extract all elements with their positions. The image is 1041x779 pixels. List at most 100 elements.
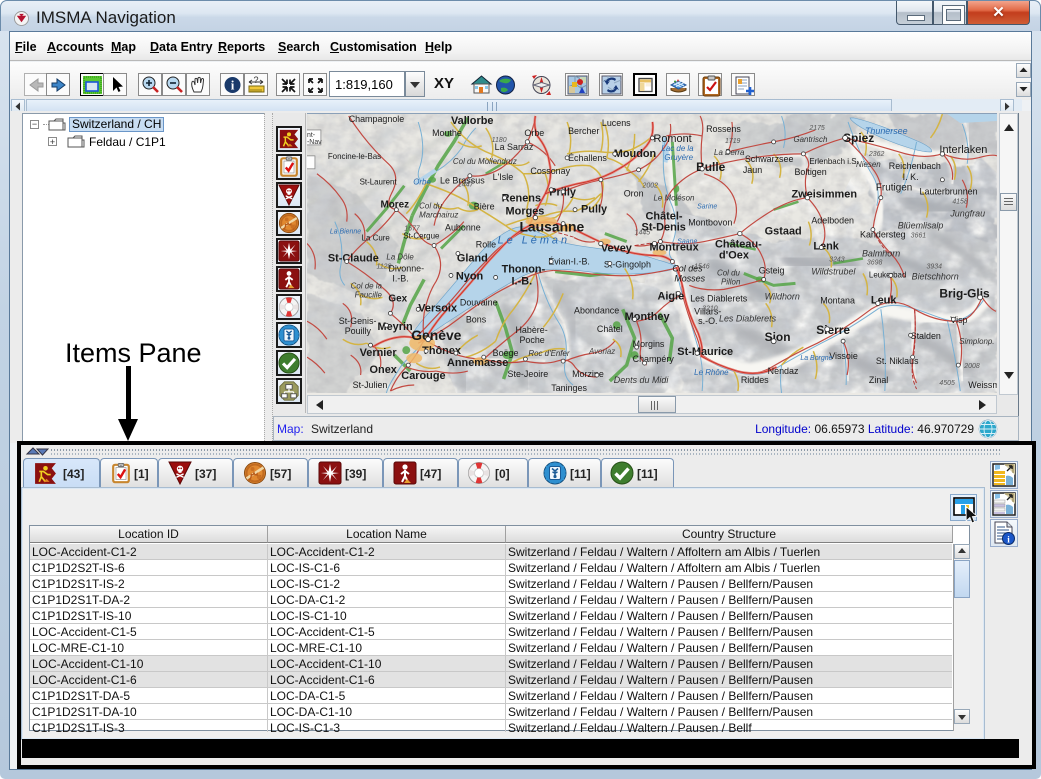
- svg-text:Reichenbach: Reichenbach: [889, 161, 941, 171]
- svg-text:Les Diablerets: Les Diablerets: [690, 293, 748, 303]
- svg-text:Montana: Montana: [820, 295, 855, 305]
- svg-text:St-Genis-: St-Genis-: [339, 316, 377, 326]
- svg-text:d'Oex: d'Oex: [719, 249, 749, 261]
- svg-text:Avoriaz: Avoriaz: [588, 347, 615, 356]
- svg-text:3661: 3661: [911, 233, 927, 240]
- svg-text:3243: 3243: [829, 256, 845, 263]
- svg-text:-Nav: -Nav: [307, 139, 322, 146]
- svg-text:Champéry: Champéry: [633, 354, 675, 364]
- svg-text:Montbovon: Montbovon: [688, 218, 732, 228]
- svg-text:Col de la: Col de la: [351, 281, 383, 290]
- svg-text:Faucille: Faucille: [355, 290, 383, 299]
- svg-text:Versoix: Versoix: [418, 302, 457, 314]
- svg-text:La Cure: La Cure: [362, 234, 391, 243]
- svg-text:Taninges: Taninges: [551, 383, 587, 393]
- svg-text:Boltigen: Boltigen: [794, 167, 826, 177]
- svg-text:Marchairuz: Marchairuz: [419, 211, 458, 220]
- svg-text:4505: 4505: [939, 380, 955, 387]
- svg-text:Gstaad: Gstaad: [765, 226, 802, 238]
- svg-text:Genève: Genève: [411, 327, 461, 343]
- svg-text:Rolle: Rolle: [476, 240, 496, 250]
- svg-text:Sierre: Sierre: [816, 323, 850, 337]
- svg-text:Morges: Morges: [506, 206, 545, 218]
- svg-text:Col du Mollendruz: Col du Mollendruz: [453, 157, 517, 166]
- svg-text:La Borgne: La Borgne: [800, 355, 832, 362]
- svg-text:Weissm.: Weissm.: [968, 380, 997, 390]
- svg-text:Le Rhône: Le Rhône: [694, 368, 729, 377]
- svg-text:Mouthe: Mouthe: [432, 128, 462, 138]
- svg-text:Vevey: Vevey: [601, 242, 633, 254]
- svg-text:Zinal: Zinal: [869, 375, 888, 385]
- svg-text:Rossens: Rossens: [706, 124, 741, 134]
- svg-text:s.-O.: s.-O.: [698, 316, 717, 326]
- svg-text:I.-B.: I.-B.: [512, 275, 533, 287]
- svg-text:Lucens: Lucens: [602, 118, 631, 128]
- svg-text:2175: 2175: [808, 125, 825, 132]
- svg-text:Nyon: Nyon: [456, 270, 483, 282]
- svg-text:La Dôle: La Dôle: [386, 252, 414, 261]
- svg-text:Châtel: Châtel: [597, 324, 623, 334]
- svg-text:Échallens: Échallens: [568, 153, 607, 163]
- svg-text:Dents du Midi: Dents du Midi: [614, 375, 670, 385]
- svg-text:Bons: Bons: [466, 314, 487, 324]
- svg-text:Zweisimmen: Zweisimmen: [791, 189, 857, 201]
- svg-text:Vallorbe: Vallorbe: [451, 115, 493, 127]
- svg-text:Stalden: Stalden: [911, 331, 941, 341]
- svg-text:Les Diablerets: Les Diablerets: [719, 313, 777, 323]
- svg-text:Poche: Poche: [519, 335, 544, 345]
- svg-text:Pouilly: Pouilly: [345, 326, 372, 336]
- svg-text:Bercher: Bercher: [568, 126, 599, 136]
- svg-text:Pillon: Pillon: [721, 277, 741, 286]
- svg-text:2008: 2008: [963, 363, 980, 370]
- svg-text:1677: 1677: [404, 226, 421, 233]
- svg-text:1447: 1447: [458, 182, 475, 189]
- svg-text:Nendaz: Nendaz: [768, 366, 799, 376]
- svg-text:Évian-I.-B.: Évian-I.-B.: [548, 256, 590, 266]
- svg-text:i: i: [231, 78, 235, 93]
- svg-text:I. K.: I. K.: [903, 172, 919, 182]
- svg-text:Champagnole: Champagnole: [349, 114, 405, 124]
- svg-text:Monthey: Monthey: [625, 311, 671, 323]
- svg-text:Mosses: Mosses: [674, 273, 705, 283]
- svg-text:Interlaken: Interlaken: [939, 144, 987, 156]
- svg-text:Gsteig: Gsteig: [759, 265, 785, 275]
- svg-text:Col du: Col du: [419, 202, 442, 211]
- svg-text:?: ?: [253, 75, 258, 85]
- svg-text:Thonon-: Thonon-: [502, 263, 546, 275]
- svg-text:Frutigen: Frutigen: [876, 183, 912, 194]
- svg-text:2362: 2362: [868, 151, 885, 158]
- svg-text:Ste-Jeoire: Ste-Jeoire: [508, 369, 549, 379]
- svg-text:St-Julien: St-Julien: [353, 380, 388, 390]
- svg-text:Roc d'Enfer: Roc d'Enfer: [528, 349, 570, 358]
- svg-text:Jaun: Jaun: [743, 165, 762, 175]
- svg-text:Sarine: Sarine: [697, 204, 717, 211]
- svg-text:Orbe: Orbe: [413, 178, 431, 187]
- svg-text:Kandersteg: Kandersteg: [860, 230, 906, 240]
- svg-text:Le Moléson: Le Moléson: [653, 194, 695, 203]
- svg-text:St-Claude: St-Claude: [328, 252, 379, 264]
- svg-text:Divonne-: Divonne-: [388, 263, 424, 273]
- svg-text:1445: 1445: [635, 230, 651, 237]
- svg-text:Abondance: Abondance: [574, 305, 619, 315]
- svg-text:Vernier: Vernier: [360, 347, 398, 359]
- svg-text:St-Laurent: St-Laurent: [360, 178, 398, 187]
- svg-text:L'Isle: L'Isle: [493, 172, 514, 182]
- svg-text:3698: 3698: [867, 259, 883, 266]
- svg-text:Leuk: Leuk: [871, 294, 897, 306]
- svg-text:Leukerbad: Leukerbad: [869, 270, 906, 279]
- svg-text:1128: 1128: [376, 263, 391, 270]
- svg-text:Boëge: Boëge: [493, 348, 519, 358]
- svg-text:Lac de la: Lac de la: [661, 144, 694, 153]
- svg-text:Adelboden: Adelboden: [811, 216, 854, 226]
- svg-text:Erlenbach i.S.: Erlenbach i.S.: [809, 157, 858, 166]
- svg-text:3210: 3210: [702, 305, 718, 312]
- svg-text:1180: 1180: [492, 137, 507, 144]
- svg-text:Aubonne: Aubonne: [445, 223, 481, 233]
- svg-text:Riddes: Riddes: [741, 375, 769, 385]
- svg-text:Lausanne: Lausanne: [519, 219, 584, 235]
- svg-text:La Bienne: La Bienne: [330, 229, 361, 236]
- svg-text:Niesen: Niesen: [856, 160, 881, 169]
- svg-text:St-Maurice: St-Maurice: [677, 346, 733, 358]
- svg-text:Cossonay: Cossonay: [530, 166, 570, 176]
- svg-text:Meyrin: Meyrin: [377, 321, 412, 333]
